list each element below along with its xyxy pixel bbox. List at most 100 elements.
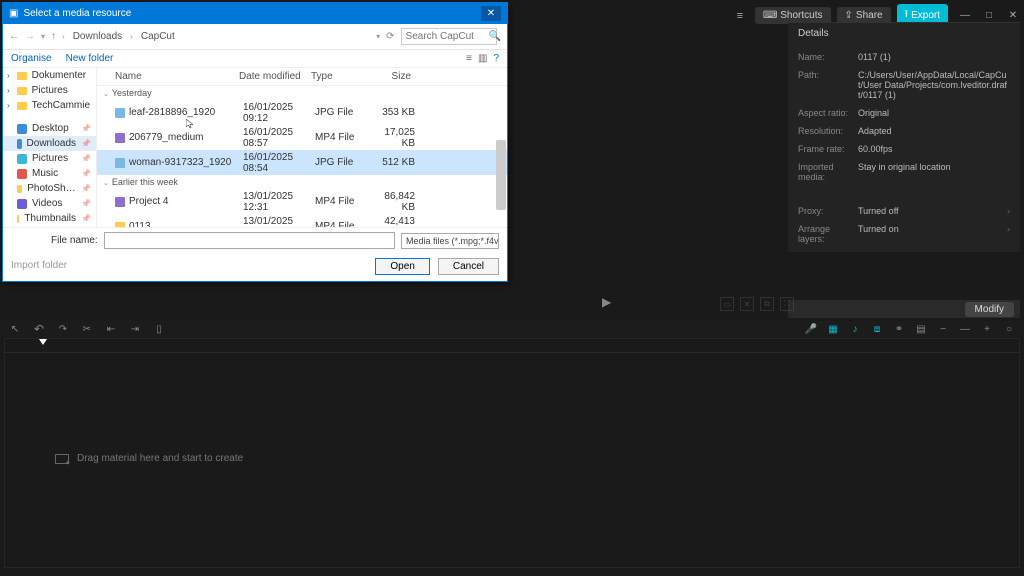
fullscreen-icon[interactable]: ⛶	[780, 297, 794, 311]
menu-icon[interactable]: ≡	[731, 7, 749, 25]
link-icon[interactable]: ⚭	[892, 324, 906, 335]
help-icon[interactable]: ?	[493, 53, 499, 64]
group-earlier[interactable]: ⌄Earlier this week	[97, 175, 507, 189]
pin-icon[interactable]: 📌	[81, 169, 91, 178]
nav-back-icon[interactable]: ←	[9, 31, 19, 42]
ratio-icon[interactable]: ▭	[720, 297, 734, 311]
chevron-right-icon[interactable]: ›	[1007, 224, 1010, 244]
dialog-close-icon[interactable]: ✕	[481, 6, 501, 21]
col-date[interactable]: Date modified	[239, 71, 311, 82]
scrollbar-thumb[interactable]	[496, 140, 506, 210]
group-label: Earlier this week	[112, 177, 178, 187]
close-icon[interactable]: ✕	[1006, 9, 1020, 23]
export-label: Export	[911, 10, 940, 21]
detail-aspect-label: Aspect ratio:	[798, 108, 858, 118]
compare-icon[interactable]: ⧉	[760, 297, 774, 311]
pictures-icon	[17, 154, 27, 164]
nav-history-icon[interactable]: ▾	[41, 32, 45, 41]
sidebar-item-dokumenter[interactable]: ›Dokumenter	[3, 68, 96, 83]
search-icon[interactable]: 🔍	[489, 31, 501, 42]
sidebar-item-thumbnails[interactable]: Thumbnails 📌	[3, 211, 96, 226]
file-list-header[interactable]: Name Date modified Type Size	[97, 68, 507, 86]
col-size[interactable]: Size	[369, 71, 417, 82]
split-icon[interactable]: ✂	[80, 324, 94, 335]
chevron-right-icon: ›	[7, 86, 10, 95]
refresh-icon[interactable]: ⟳	[386, 31, 394, 42]
detail-path-label: Path:	[798, 70, 858, 100]
detail-layers-value[interactable]: Turned on	[858, 224, 1007, 244]
pin-icon[interactable]: 📌	[81, 199, 91, 208]
maximize-icon[interactable]: □	[982, 9, 996, 23]
file-row[interactable]: Project 413/01/2025 12:31MP4 File86,842 …	[97, 189, 507, 214]
nav-up-icon[interactable]: ↑	[51, 31, 56, 42]
sidebar-item-music[interactable]: Music 📌	[3, 166, 96, 181]
chevron-right-icon: ›	[7, 101, 10, 110]
redo-icon[interactable]: ↷	[56, 324, 70, 335]
file-row-selected[interactable]: woman-9317323_192016/01/2025 08:54JPG Fi…	[97, 150, 507, 175]
sidebar-item-videos[interactable]: Videos 📌	[3, 196, 96, 211]
detail-proxy-value[interactable]: Turned off	[858, 206, 1007, 216]
pin-icon[interactable]: 📌	[81, 154, 91, 163]
sidebar-item-photoshop[interactable]: PhotoShop Thumb…📌	[3, 181, 96, 196]
music-icon	[17, 169, 27, 179]
chevron-right-icon: ›	[62, 32, 65, 41]
play-icon[interactable]: ▶	[602, 295, 611, 309]
sidebar-item-desktop[interactable]: Desktop📌	[3, 121, 96, 136]
sidebar-item-techcammie[interactable]: ›TechCammie	[3, 98, 96, 113]
chevron-down-icon[interactable]: ▾	[376, 32, 380, 41]
undo-icon[interactable]: ↶	[32, 322, 46, 336]
open-button[interactable]: Open	[375, 258, 429, 275]
zoom-out-icon[interactable]: −	[936, 324, 950, 335]
file-name-input[interactable]	[104, 232, 395, 249]
pin-icon[interactable]: 📌	[81, 214, 91, 223]
col-name[interactable]: Name	[115, 71, 239, 82]
file-row[interactable]: 206779_medium16/01/2025 08:57MP4 File17,…	[97, 125, 507, 150]
pin-icon[interactable]: 📌	[81, 124, 91, 133]
timeline-ruler[interactable]	[5, 339, 1019, 353]
file-type-filter[interactable]: Media files (*.mpg;*.f4v;*.mov;*…	[401, 233, 499, 249]
sidebar-item-pictures-lib[interactable]: Pictures📌	[3, 151, 96, 166]
file-row[interactable]: leaf-2818896_192016/01/2025 09:12JPG Fil…	[97, 100, 507, 125]
chevron-right-icon[interactable]: ›	[1007, 206, 1010, 216]
video-icon	[115, 197, 125, 207]
organise-menu[interactable]: Organise	[11, 53, 52, 64]
delete-icon[interactable]: ▯	[152, 324, 166, 335]
crop-icon[interactable]: ✕	[740, 297, 754, 311]
sidebar-item-label: Videos	[32, 198, 62, 209]
view-details-icon[interactable]: ▥	[478, 53, 487, 64]
delete-right-icon[interactable]: ⇥	[128, 324, 142, 335]
cancel-button[interactable]: Cancel	[438, 258, 499, 275]
playhead-icon[interactable]	[39, 339, 47, 345]
pin-icon[interactable]: 📌	[81, 139, 91, 148]
view-icon[interactable]: ≡	[466, 53, 472, 64]
nav-fwd-icon[interactable]: →	[25, 31, 35, 42]
pointer-icon[interactable]: ↖	[8, 324, 22, 335]
col-type[interactable]: Type	[311, 71, 369, 82]
group-yesterday[interactable]: ⌄Yesterday	[97, 86, 507, 100]
sidebar-item-label: Music	[32, 168, 58, 179]
new-folder-button[interactable]: New folder	[66, 53, 114, 64]
import-folder-link[interactable]: Import folder	[11, 258, 67, 275]
timeline[interactable]: Drag material here and start to create	[4, 338, 1020, 568]
zoom-fit-icon[interactable]: ○	[1002, 324, 1016, 335]
breadcrumb-capcut[interactable]: CapCut	[139, 30, 177, 43]
zoom-in-icon[interactable]: +	[980, 324, 994, 335]
minimize-icon[interactable]: —	[958, 9, 972, 23]
modify-button[interactable]: Modify	[965, 302, 1014, 317]
file-row[interactable]: 011313/01/2025 11:47MP4 File42,413 KB	[97, 214, 507, 227]
audio-track-icon[interactable]: ♪	[848, 324, 862, 335]
pin-icon[interactable]: 📌	[81, 184, 91, 193]
dialog-titlebar[interactable]: ▣ Select a media resource ✕	[3, 3, 507, 24]
sidebar-item-label: Thumbnails	[24, 213, 76, 224]
sidebar-item-pictures[interactable]: ›Pictures	[3, 83, 96, 98]
delete-left-icon[interactable]: ⇤	[104, 324, 118, 335]
sidebar-item-downloads[interactable]: Downloads📌	[3, 136, 96, 151]
preview-toggle-icon[interactable]: ▤	[914, 324, 928, 335]
file-name: leaf-2818896_1920	[129, 107, 243, 118]
zoom-slider-icon[interactable]: —	[958, 324, 972, 335]
cover-icon[interactable]: ▦	[826, 324, 840, 335]
mic-icon[interactable]: 🎤	[804, 324, 818, 335]
magnet-icon[interactable]: ⧈	[870, 324, 884, 335]
search-input[interactable]	[401, 28, 497, 45]
breadcrumb-downloads[interactable]: Downloads	[71, 30, 124, 43]
